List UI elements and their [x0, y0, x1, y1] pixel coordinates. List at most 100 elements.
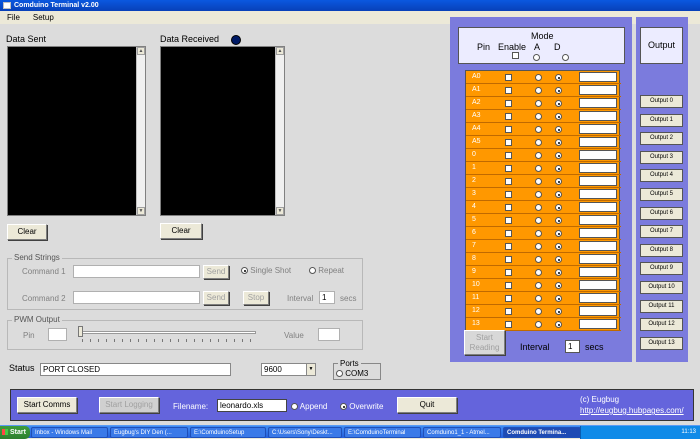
pin-digital-radio-icon[interactable]: [555, 113, 562, 120]
output-button-12[interactable]: Output 12: [640, 318, 683, 332]
pin-digital-radio-icon[interactable]: [555, 165, 562, 172]
pin-enable-checkbox[interactable]: [505, 126, 512, 133]
pin-enable-checkbox[interactable]: [505, 87, 512, 94]
pin-digital-radio-icon[interactable]: [555, 308, 562, 315]
menu-file[interactable]: File: [7, 13, 20, 22]
repeat-interval-input[interactable]: 1: [319, 291, 335, 304]
pin-analog-radio-icon[interactable]: [535, 217, 542, 224]
pin-digital-radio-icon[interactable]: [555, 87, 562, 94]
start-comms-button[interactable]: Start Comms: [17, 397, 77, 413]
pin-analog-radio-icon[interactable]: [535, 256, 542, 263]
pin-enable-checkbox[interactable]: [505, 152, 512, 159]
taskbar-task[interactable]: Eugbug's DIY Den (...: [110, 427, 188, 438]
data-received-scrollbar[interactable]: ▲ ▼: [275, 47, 284, 215]
command1-input[interactable]: [73, 265, 200, 278]
output-button-3[interactable]: Output 3: [640, 150, 683, 164]
pin-enable-checkbox[interactable]: [505, 295, 512, 302]
pin-enable-checkbox[interactable]: [505, 256, 512, 263]
pin-digital-radio-icon[interactable]: [555, 191, 562, 198]
pin-analog-radio-icon[interactable]: [535, 152, 542, 159]
single-shot-option[interactable]: Single Shot: [241, 266, 291, 275]
com-port-radio-icon[interactable]: [336, 370, 343, 378]
clear-sent-button[interactable]: Clear: [7, 224, 47, 240]
pin-analog-radio-icon[interactable]: [535, 178, 542, 185]
filename-input[interactable]: leonardo.xls: [217, 399, 287, 412]
pwm-slider-thumb[interactable]: [78, 326, 83, 337]
pin-analog-radio-icon[interactable]: [535, 100, 542, 107]
pin-enable-checkbox[interactable]: [505, 230, 512, 237]
quit-button[interactable]: Quit: [397, 397, 457, 413]
scroll-down-icon[interactable]: ▼: [137, 207, 145, 215]
pin-analog-radio-icon[interactable]: [535, 204, 542, 211]
output-button-8[interactable]: Output 8: [640, 243, 683, 257]
stop-button[interactable]: Stop: [243, 291, 269, 305]
website-link[interactable]: http://eugbug.hubpages.com/: [580, 406, 684, 415]
taskbar-task[interactable]: Comduino Termina...: [503, 427, 581, 438]
taskbar-task[interactable]: Comduino1_1 - Atmel...: [423, 427, 501, 438]
pin-enable-checkbox[interactable]: [505, 165, 512, 172]
pin-digital-radio-icon[interactable]: [555, 152, 562, 159]
output-button-11[interactable]: Output 11: [640, 299, 683, 313]
pin-enable-checkbox[interactable]: [505, 204, 512, 211]
append-radio-icon[interactable]: [291, 403, 298, 411]
output-button-1[interactable]: Output 1: [640, 113, 683, 127]
pin-analog-radio-icon[interactable]: [535, 282, 542, 289]
pwm-value-input[interactable]: [318, 328, 340, 341]
pin-enable-checkbox[interactable]: [505, 217, 512, 224]
output-button-6[interactable]: Output 6: [640, 206, 683, 220]
output-button-10[interactable]: Output 10: [640, 281, 683, 294]
pin-analog-radio-icon[interactable]: [535, 269, 542, 276]
scroll-up-icon[interactable]: ▲: [137, 47, 145, 55]
pin-analog-radio-icon[interactable]: [535, 295, 542, 302]
pwm-slider-track[interactable]: [78, 331, 256, 334]
send-command2-button[interactable]: Send: [203, 291, 229, 305]
data-sent-scrollbar[interactable]: ▲ ▼: [136, 47, 145, 215]
pin-enable-checkbox[interactable]: [505, 100, 512, 107]
repeat-option[interactable]: Repeat: [309, 266, 344, 275]
pin-digital-radio-icon[interactable]: [555, 126, 562, 133]
com-port-option[interactable]: COM3: [336, 369, 368, 378]
menu-setup[interactable]: Setup: [33, 13, 54, 22]
overwrite-radio-icon[interactable]: [340, 403, 347, 411]
append-option[interactable]: Append: [291, 402, 327, 411]
pin-enable-checkbox[interactable]: [505, 113, 512, 120]
data-sent-textarea[interactable]: ▲ ▼: [7, 46, 146, 216]
start-reading-button[interactable]: Start Reading: [464, 330, 505, 355]
pin-digital-radio-icon[interactable]: [555, 139, 562, 146]
pin-enable-checkbox[interactable]: [505, 74, 512, 81]
pin-digital-radio-icon[interactable]: [555, 256, 562, 263]
taskbar-task[interactable]: E:\ComduinoSetup: [190, 427, 266, 438]
pin-digital-radio-icon[interactable]: [555, 269, 562, 276]
baud-rate-select[interactable]: 9600 ▼: [261, 363, 316, 376]
output-button-0[interactable]: Output 0: [640, 95, 683, 108]
pin-analog-radio-icon[interactable]: [535, 126, 542, 133]
pin-analog-radio-icon[interactable]: [535, 87, 542, 94]
pin-enable-checkbox[interactable]: [505, 269, 512, 276]
pin-enable-checkbox[interactable]: [505, 178, 512, 185]
pin-digital-radio-icon[interactable]: [555, 243, 562, 250]
pin-enable-checkbox[interactable]: [505, 191, 512, 198]
all-analog-radio-icon[interactable]: [533, 54, 540, 62]
pin-digital-radio-icon[interactable]: [555, 295, 562, 302]
pin-digital-radio-icon[interactable]: [555, 217, 562, 224]
pin-digital-radio-icon[interactable]: [555, 74, 562, 81]
taskbar-task[interactable]: C:\Users\Sony\Deskt...: [268, 427, 342, 438]
pin-analog-radio-icon[interactable]: [535, 113, 542, 120]
scroll-up-icon[interactable]: ▲: [276, 47, 284, 55]
pin-analog-radio-icon[interactable]: [535, 191, 542, 198]
output-button-4[interactable]: Output 4: [640, 169, 683, 183]
output-button-7[interactable]: Output 7: [640, 225, 683, 239]
start-button[interactable]: Start: [0, 426, 30, 439]
pin-digital-radio-icon[interactable]: [555, 282, 562, 289]
pin-digital-radio-icon[interactable]: [555, 178, 562, 185]
output-button-2[interactable]: Output 2: [640, 132, 683, 146]
pin-enable-checkbox[interactable]: [505, 282, 512, 289]
scroll-down-icon[interactable]: ▼: [276, 207, 284, 215]
pin-enable-checkbox[interactable]: [505, 243, 512, 250]
pin-analog-radio-icon[interactable]: [535, 243, 542, 250]
pin-digital-radio-icon[interactable]: [555, 204, 562, 211]
command2-input[interactable]: [73, 291, 200, 304]
output-button-5[interactable]: Output 5: [640, 188, 683, 201]
start-logging-button[interactable]: Start Logging: [99, 397, 159, 413]
data-received-textarea[interactable]: ▲ ▼: [160, 46, 285, 216]
